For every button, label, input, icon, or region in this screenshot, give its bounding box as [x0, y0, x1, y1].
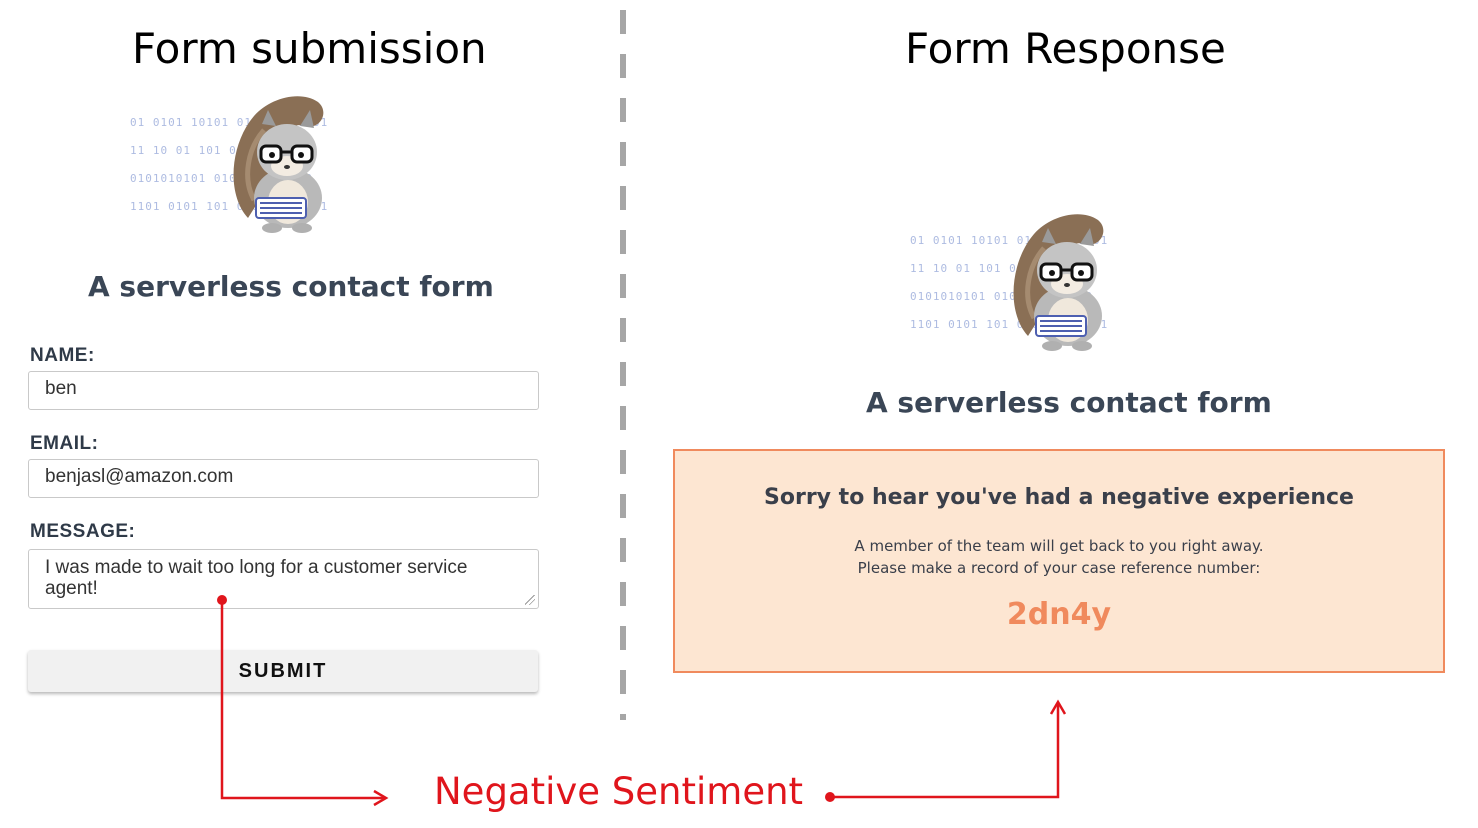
squirrel-mascot-logo: 01 0101 10101 01010 010 01 11 10 01 101 … — [130, 90, 430, 240]
form-submission-heading: Form submission — [132, 24, 487, 73]
arrow-head-icon — [373, 789, 389, 807]
response-message-line: Please make a record of your case refere… — [857, 559, 1261, 577]
arrow-head-icon — [1049, 699, 1067, 715]
email-label: EMAIL: — [30, 433, 99, 454]
arrow-line-left — [220, 600, 384, 800]
dashed-divider — [620, 10, 626, 720]
message-text: I was made to wait too long for a custom… — [45, 557, 468, 599]
negative-sentiment-label: Negative Sentiment — [434, 770, 804, 813]
response-panel: Sorry to hear you've had a negative expe… — [673, 449, 1445, 673]
message-label: MESSAGE: — [30, 521, 136, 542]
squirrel-icon — [1013, 214, 1104, 351]
response-form-title: A serverless contact form — [866, 386, 1272, 419]
response-heading: Sorry to hear you've had a negative expe… — [764, 485, 1354, 510]
response-message-line: A member of the team will get back to yo… — [854, 537, 1264, 555]
arrow-start-dot — [825, 792, 835, 802]
squirrel-icon — [233, 96, 324, 233]
case-reference-number: 2dn4y — [1006, 597, 1112, 632]
form-title: A serverless contact form — [88, 270, 494, 303]
resize-handle-icon[interactable] — [525, 595, 535, 605]
message-textarea[interactable]: I was made to wait too long for a custom… — [28, 549, 539, 609]
submit-button[interactable]: SUBMIT — [28, 650, 538, 692]
name-field[interactable]: ben — [28, 371, 539, 410]
arrow-line-right — [830, 704, 1060, 799]
squirrel-mascot-logo: 01 0101 10101 01010 010 01 11 10 01 101 … — [910, 208, 1210, 358]
form-response-heading: Form Response — [905, 24, 1226, 73]
name-label: NAME: — [30, 345, 95, 366]
email-field[interactable]: benjasl@amazon.com — [28, 459, 539, 498]
